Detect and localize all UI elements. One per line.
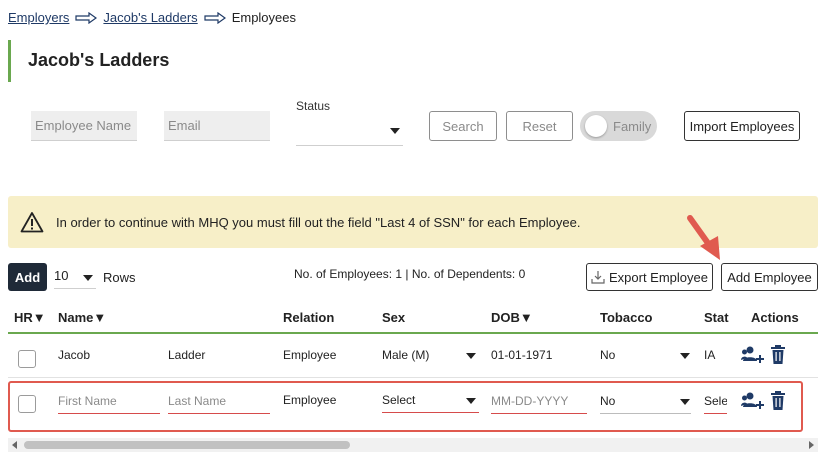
last-name-cell: Ladder — [168, 348, 206, 362]
annotation-arrow-icon — [687, 215, 720, 260]
status-label: Status — [296, 99, 331, 113]
column-header-tobacco: Tobacco — [600, 310, 653, 325]
arrow-right-icon — [75, 11, 98, 24]
chevron-down-icon — [83, 275, 93, 281]
page-title: Jacob's Ladders — [28, 50, 170, 70]
reset-button[interactable]: Reset — [506, 111, 573, 141]
chevron-down-icon — [390, 128, 400, 134]
column-header-sex: Sex — [382, 310, 406, 325]
status-select[interactable] — [296, 118, 403, 146]
tobacco-value: No — [600, 348, 616, 362]
export-employee-button[interactable]: Export Employee — [586, 263, 713, 291]
scroll-left-icon[interactable] — [12, 441, 17, 449]
rows-per-page-value: 10 — [54, 268, 69, 283]
horizontal-scrollbar[interactable] — [8, 438, 818, 452]
breadcrumb-employers-link[interactable]: Employers — [8, 10, 69, 25]
rows-per-page-select[interactable]: 10 — [54, 265, 96, 289]
toggle-knob — [585, 115, 607, 137]
tobacco-select[interactable]: No — [600, 342, 691, 368]
add-employee-button[interactable]: Add Employee — [721, 263, 818, 291]
breadcrumb: Employers Jacob's Ladders Employees — [8, 10, 296, 25]
dob-cell: 01-01-1971 — [491, 348, 553, 362]
column-header-relation: Relation — [283, 310, 335, 325]
sex-select[interactable]: Male (M) — [382, 342, 479, 368]
column-header-name[interactable]: Name▼ — [58, 310, 106, 325]
search-button[interactable]: Search — [429, 111, 497, 141]
family-toggle[interactable]: Family — [580, 111, 657, 141]
delete-icon[interactable] — [770, 345, 786, 364]
table-header-divider — [8, 332, 818, 334]
employee-name-input[interactable] — [31, 111, 137, 141]
chevron-down-icon — [680, 353, 690, 359]
row-divider — [8, 377, 818, 378]
add-dependent-icon[interactable] — [741, 345, 765, 365]
export-employee-label: Export Employee — [609, 269, 708, 285]
download-icon — [591, 271, 605, 284]
rows-label: Rows — [103, 270, 136, 285]
title-accent-bar — [8, 40, 11, 82]
column-header-dob[interactable]: DOB▼ — [491, 310, 533, 325]
chevron-down-icon — [466, 353, 476, 359]
relation-cell: Employee — [283, 348, 337, 362]
state-cell: IA — [704, 348, 716, 362]
column-header-actions: Actions — [751, 310, 799, 325]
import-employees-button[interactable]: Import Employees — [684, 111, 800, 141]
column-header-state: Stat — [704, 310, 729, 325]
column-header-hr[interactable]: HR▼ — [14, 310, 46, 325]
breadcrumb-employer-link[interactable]: Jacob's Ladders — [103, 10, 197, 25]
annotation-highlight-box — [8, 381, 803, 432]
family-toggle-label: Family — [613, 118, 652, 134]
warning-text: In order to continue with MHQ you must f… — [56, 214, 581, 230]
email-input[interactable] — [164, 111, 270, 141]
breadcrumb-current: Employees — [231, 10, 296, 25]
arrow-right-icon — [204, 11, 226, 24]
first-name-cell: Jacob — [58, 348, 91, 362]
employee-counts: No. of Employees: 1 | No. of Dependents:… — [294, 267, 526, 281]
scrollbar-thumb[interactable] — [24, 441, 350, 449]
warning-icon — [20, 212, 44, 233]
sex-value: Male (M) — [382, 348, 430, 362]
add-button[interactable]: Add — [8, 263, 47, 291]
row-checkbox[interactable] — [18, 350, 36, 368]
scroll-right-icon[interactable] — [809, 441, 814, 449]
